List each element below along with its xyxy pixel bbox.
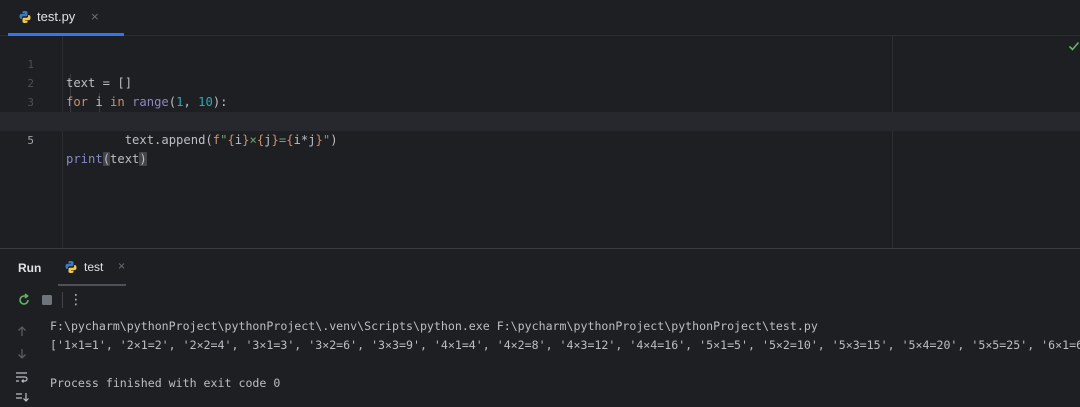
stop-icon (42, 295, 52, 305)
scroll-to-end-icon (16, 393, 29, 402)
console-output[interactable]: F:\pycharm\pythonProject\pythonProject\.… (40, 315, 1080, 401)
editor-tab-bar: test.py × (0, 0, 1080, 36)
code-line: 3 for j in range(1, i+1): (0, 74, 1080, 128)
code-text: print(text) (66, 152, 147, 166)
scroll-to-end-button[interactable] (12, 389, 32, 407)
soft-wrap-icon (16, 372, 28, 383)
python-file-icon (19, 10, 31, 23)
code-line: 1 text = [] (0, 36, 1080, 90)
rerun-button[interactable] (14, 290, 34, 310)
run-tab-label: test (84, 259, 104, 274)
code-line-current: 5 print(text) (0, 112, 1080, 166)
console-command-line: F:\pycharm\pythonProject\pythonProject\.… (50, 319, 818, 333)
line-number: 5 (27, 134, 34, 147)
tab-run-test[interactable]: test × (58, 249, 126, 286)
stop-button[interactable] (37, 290, 57, 310)
console-side-toolbar (0, 315, 40, 402)
down-arrow-icon (18, 349, 26, 359)
more-vertical-icon: ⋮ (69, 292, 83, 308)
close-tab-icon[interactable]: × (117, 261, 125, 272)
console-output-line: ['1×1=1', '2×1=2', '2×2=4', '3×1=3', '3×… (50, 338, 1080, 352)
up-stack-button[interactable] (12, 322, 32, 340)
up-arrow-icon (18, 326, 26, 336)
close-tab-icon[interactable]: × (90, 10, 99, 23)
console-exit-line: Process finished with exit code 0 (50, 376, 281, 390)
code-editor[interactable]: 1 text = [] 2 for i in range(1, 10): 3 f… (0, 36, 1080, 248)
tab-label: test.py (37, 9, 76, 24)
more-options-button[interactable]: ⋮ (66, 290, 86, 310)
python-file-icon (65, 260, 77, 273)
run-panel-header: Run test × (0, 249, 1080, 286)
check-icon[interactable] (1068, 40, 1080, 52)
run-toolbar: ⋮ (0, 287, 1080, 314)
code-text: text.append(f"{i}×{j}={i*j}") (66, 133, 338, 147)
tab-test-py[interactable]: test.py × (8, 0, 124, 36)
soft-wrap-button[interactable] (12, 368, 32, 386)
code-line: 2 for i in range(1, 10): (0, 55, 1080, 109)
down-stack-button[interactable] (12, 345, 32, 363)
run-panel-title: Run (18, 261, 42, 275)
toolbar-separator (62, 292, 63, 308)
code-line: 4 text.append(f"{i}×{j}={i*j}") (0, 93, 1080, 147)
rerun-icon (19, 293, 29, 305)
